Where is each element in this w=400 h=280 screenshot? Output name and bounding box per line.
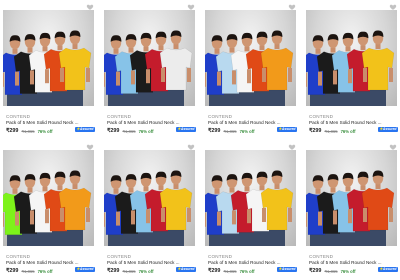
product-image[interactable] [104,10,195,106]
product-card[interactable]: CONTEND Pack of 5 Men Solid Round Neck .… [0,0,97,140]
assured-badge: ✚ Assured [75,267,95,272]
product-discount: 76% off [239,128,255,134]
product-mrp: ₹1,865 [223,128,237,134]
assured-badge: ✚ Assured [378,127,398,132]
assured-label: Assured [382,267,397,271]
models-illustration [104,30,193,106]
product-price: ₹299 [309,128,322,134]
assured-badge: ✚ Assured [378,267,398,272]
product-brand: CONTEND [107,114,132,119]
product-title[interactable]: Pack of 5 Men Solid Round Neck ... [6,260,96,265]
heart-icon[interactable] [388,142,397,151]
product-mrp: ₹1,865 [21,128,35,134]
assured-label: Assured [281,267,296,271]
assured-label: Assured [79,267,94,271]
heart-icon[interactable] [85,142,94,151]
product-brand: CONTEND [309,114,334,119]
heart-icon[interactable] [186,142,195,151]
product-mrp: ₹1,865 [324,268,338,274]
assured-label: Assured [180,127,195,131]
assured-label: Assured [79,127,94,131]
product-brand: CONTEND [6,254,31,259]
product-price: ₹299 [6,128,19,134]
assured-badge: ✚ Assured [75,127,95,132]
product-card[interactable]: CONTEND Pack of 5 Men Solid Round Neck .… [303,140,400,280]
product-brand: CONTEND [208,254,233,259]
product-discount: 76% off [138,128,154,134]
assured-label: Assured [281,127,296,131]
product-title[interactable]: Pack of 5 Men Solid Round Neck ... [107,260,197,265]
product-mrp: ₹1,865 [122,268,136,274]
models-illustration [205,170,294,246]
product-price: ₹299 [208,268,221,274]
product-image[interactable] [104,150,195,246]
product-card[interactable]: CONTEND Pack of 5 Men Solid Round Neck .… [303,0,400,140]
product-image[interactable] [3,10,94,106]
models-illustration [205,30,294,106]
product-brand: CONTEND [107,254,132,259]
models-illustration [3,170,92,246]
product-title[interactable]: Pack of 5 Men Solid Round Neck ... [208,120,298,125]
assured-badge: ✚ Assured [176,267,196,272]
product-discount: 76% off [340,128,356,134]
product-image[interactable] [205,150,296,246]
heart-icon[interactable] [85,2,94,11]
assured-badge: ✚ Assured [277,267,297,272]
heart-icon[interactable] [186,2,195,11]
product-image[interactable] [306,10,397,106]
product-price: ₹299 [208,128,221,134]
models-illustration [104,170,193,246]
heart-icon[interactable] [287,142,296,151]
product-card[interactable]: CONTEND Pack of 5 Men Solid Round Neck .… [101,140,198,280]
product-title[interactable]: Pack of 5 Men Solid Round Neck ... [309,260,399,265]
heart-icon[interactable] [388,2,397,11]
product-card[interactable]: CONTEND Pack of 5 Men Solid Round Neck .… [101,0,198,140]
assured-label: Assured [180,267,195,271]
product-title[interactable]: Pack of 5 Men Solid Round Neck ... [208,260,298,265]
product-price: ₹299 [6,268,19,274]
product-price: ₹299 [107,128,120,134]
product-discount: 76% off [239,268,255,274]
assured-badge: ✚ Assured [176,127,196,132]
product-price: ₹299 [309,268,322,274]
product-price: ₹299 [107,268,120,274]
product-brand: CONTEND [208,114,233,119]
product-discount: 76% off [37,128,53,134]
product-brand: CONTEND [309,254,334,259]
product-title[interactable]: Pack of 5 Men Solid Round Neck ... [309,120,399,125]
product-title[interactable]: Pack of 5 Men Solid Round Neck ... [6,120,96,125]
product-card[interactable]: CONTEND Pack of 5 Men Solid Round Neck .… [202,140,299,280]
product-discount: 76% off [138,268,154,274]
product-image[interactable] [3,150,94,246]
product-image[interactable] [306,150,397,246]
product-mrp: ₹1,865 [223,268,237,274]
product-brand: CONTEND [6,114,31,119]
product-title[interactable]: Pack of 5 Men Solid Round Neck ... [107,120,197,125]
product-mrp: ₹1,865 [324,128,338,134]
product-mrp: ₹1,865 [21,268,35,274]
product-discount: 76% off [37,268,53,274]
product-mrp: ₹1,865 [122,128,136,134]
assured-label: Assured [382,127,397,131]
product-discount: 76% off [340,268,356,274]
product-card[interactable]: CONTEND Pack of 5 Men Solid Round Neck .… [202,0,299,140]
product-grid: CONTEND Pack of 5 Men Solid Round Neck .… [0,0,400,280]
product-image[interactable] [205,10,296,106]
models-illustration [306,30,395,106]
models-illustration [306,170,395,246]
models-illustration [3,30,92,106]
heart-icon[interactable] [287,2,296,11]
assured-badge: ✚ Assured [277,127,297,132]
product-card[interactable]: CONTEND Pack of 5 Men Solid Round Neck .… [0,140,97,280]
